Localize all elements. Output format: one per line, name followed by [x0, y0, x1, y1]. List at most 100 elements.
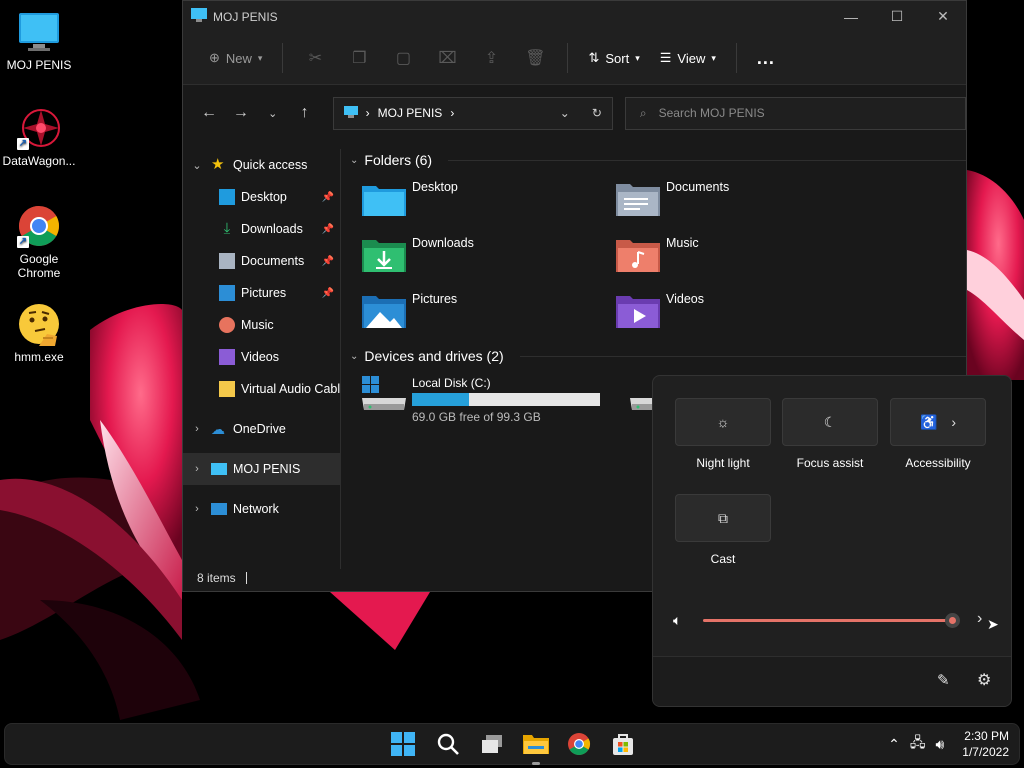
copy-button[interactable]: ❐ — [339, 42, 379, 74]
folder-pictures[interactable]: Pictures — [362, 292, 616, 336]
item-count: 8 items — [197, 571, 236, 585]
close-button[interactable]: ✕ — [920, 1, 966, 32]
folder-downloads[interactable]: Downloads — [362, 236, 616, 280]
speaker-icon[interactable]: 🔈︎ — [673, 612, 681, 629]
nav-item-quick-access[interactable]: ⌄ ★ Quick access — [183, 149, 340, 181]
delete-button[interactable]: 🗑 — [515, 42, 555, 74]
folder-music[interactable]: Music — [616, 236, 870, 280]
address-history-chevron-icon[interactable]: ⌄ — [560, 106, 570, 120]
view-button[interactable]: ☰ View ▾ — [652, 44, 724, 72]
accessibility-toggle[interactable]: ♿ › — [890, 398, 986, 446]
show-hidden-icons-chevron-icon[interactable]: ⌃ — [888, 736, 900, 753]
maximize-button[interactable]: ☐ — [874, 1, 920, 32]
sort-button[interactable]: ⇅ Sort ▾ — [580, 44, 647, 72]
up-arrow-icon[interactable]: ↑ — [289, 104, 321, 122]
refresh-icon[interactable]: ↻ — [592, 106, 602, 120]
paste-button[interactable]: ▢ — [383, 42, 423, 74]
nav-item-desktop[interactable]: Desktop 📌 — [183, 181, 340, 213]
taskbar: ⌃ 🖧︎ 🔊︎ 2:30 PM 1/7/2022 — [4, 723, 1020, 765]
documents-folder-icon — [616, 180, 660, 218]
folder-videos[interactable]: Videos — [616, 292, 870, 336]
shortcut-arrow-icon: ↗ — [17, 138, 29, 150]
tile-label: Focus assist — [796, 456, 864, 470]
task-view-button[interactable] — [478, 731, 506, 759]
nav-item-label: Music — [241, 318, 274, 332]
rename-button[interactable]: ⌧ — [427, 42, 467, 74]
desktop-icon-hmm[interactable]: hmm.exe — [4, 302, 74, 364]
nav-item-virtual-audio-cable[interactable]: Virtual Audio Cabl — [183, 373, 340, 405]
group-title: Folders (6) — [364, 152, 433, 168]
drives-group-header[interactable]: ⌄ Devices and drives (2) — [342, 346, 966, 366]
divider — [245, 572, 247, 584]
thinking-face-icon — [17, 302, 61, 346]
chrome-taskbar-button[interactable] — [565, 731, 593, 759]
nav-item-this-pc[interactable]: › MOJ PENIS — [183, 453, 340, 485]
back-arrow-icon[interactable]: ← — [193, 104, 225, 122]
start-button[interactable] — [389, 731, 417, 759]
new-button[interactable]: ⊕ New ▾ — [201, 44, 270, 72]
recent-locations-chevron-icon[interactable]: ⌄ — [257, 107, 289, 120]
nav-item-documents[interactable]: Documents 📌 — [183, 245, 340, 277]
chevron-right-icon[interactable]: › — [183, 503, 211, 515]
breadcrumb-location[interactable]: MOJ PENIS — [378, 106, 443, 120]
focus-assist-toggle[interactable]: ☾ — [782, 398, 878, 446]
nav-item-music[interactable]: Music — [183, 309, 340, 341]
file-explorer-taskbar-button[interactable] — [522, 731, 550, 765]
more-options-button[interactable]: ... — [749, 42, 783, 75]
volume-slider-track[interactable] — [703, 619, 953, 622]
volume-slider-thumb[interactable] — [945, 613, 960, 628]
forward-arrow-icon[interactable]: → — [225, 104, 257, 122]
chevron-right-icon[interactable]: › — [183, 463, 211, 475]
store-bag-icon — [611, 732, 635, 759]
music-folder-icon — [616, 236, 660, 274]
nav-item-label: Pictures — [241, 286, 287, 300]
folders-group-header[interactable]: ⌄ Folders (6) — [342, 150, 966, 170]
share-button[interactable]: ⇪ — [471, 42, 511, 74]
drive-local-disk-c[interactable]: Local Disk (C:) 69.0 GB free of 99.3 GB — [362, 376, 616, 424]
search-input[interactable]: ⌕ Search MOJ PENIS — [624, 96, 966, 130]
desktop-icon-chrome[interactable]: ↗ Google Chrome — [4, 204, 74, 280]
folder-label: Desktop — [412, 180, 458, 194]
desktop-icon-datawagon[interactable]: ↗ DataWagon... — [3, 106, 75, 168]
title-bar[interactable]: MOJ PENIS — ☐ ✕ — [183, 1, 966, 32]
night-light-toggle[interactable]: ☼ — [675, 398, 771, 446]
star-icon: ★ — [211, 156, 225, 173]
folder-label: Videos — [666, 292, 704, 306]
desktop-icon-label: MOJ PENIS — [6, 58, 72, 72]
folder-documents[interactable]: Documents — [616, 180, 870, 224]
speaker-icon[interactable]: 🔊︎ — [935, 736, 944, 753]
clipboard-icon: ▢ — [395, 50, 412, 67]
chevron-down-icon[interactable]: ⌄ — [183, 159, 211, 172]
cast-toggle[interactable]: ⧉ — [675, 494, 771, 542]
cut-button[interactable]: ✂ — [295, 42, 335, 74]
clock[interactable]: 2:30 PM 1/7/2022 — [962, 728, 1009, 760]
nav-item-network[interactable]: › Network — [183, 493, 340, 525]
quick-settings-footer: ✎ ⚙ — [653, 656, 1011, 706]
breadcrumb-chevron-icon[interactable]: › — [450, 106, 454, 120]
edit-pencil-icon[interactable]: ✎ — [937, 671, 950, 689]
desktop-folder-icon — [219, 189, 235, 205]
downloads-folder-icon — [362, 236, 406, 274]
chrome-icon: ↗ — [17, 204, 61, 248]
search-button[interactable] — [434, 731, 462, 759]
monitor-icon — [191, 8, 207, 25]
settings-gear-icon[interactable]: ⚙ — [977, 670, 991, 690]
nav-item-pictures[interactable]: Pictures 📌 — [183, 277, 340, 309]
chevron-right-icon[interactable]: › — [183, 423, 211, 435]
address-bar[interactable]: › MOJ PENIS › ⌄ ↻ — [332, 96, 613, 130]
nav-item-videos[interactable]: Videos — [183, 341, 340, 373]
brightness-icon: ☼ — [716, 414, 730, 430]
desktop-folder-icon — [362, 180, 406, 218]
nav-item-label: OneDrive — [233, 422, 286, 436]
microsoft-store-button[interactable] — [609, 731, 637, 759]
folder-desktop[interactable]: Desktop — [362, 180, 616, 224]
search-placeholder: Search MOJ PENIS — [658, 106, 765, 120]
minimize-button[interactable]: — — [828, 1, 874, 32]
network-status-icon[interactable]: 🖧︎ — [910, 732, 926, 756]
audio-output-chevron-icon[interactable]: › — [977, 610, 982, 628]
nav-item-label: Videos — [241, 350, 279, 364]
nav-item-onedrive[interactable]: › ☁ OneDrive — [183, 413, 340, 445]
nav-item-downloads[interactable]: ⤓ Downloads 📌 — [183, 213, 340, 245]
folder-icon — [219, 381, 235, 397]
desktop-icon-this-pc[interactable]: MOJ PENIS — [4, 10, 74, 72]
